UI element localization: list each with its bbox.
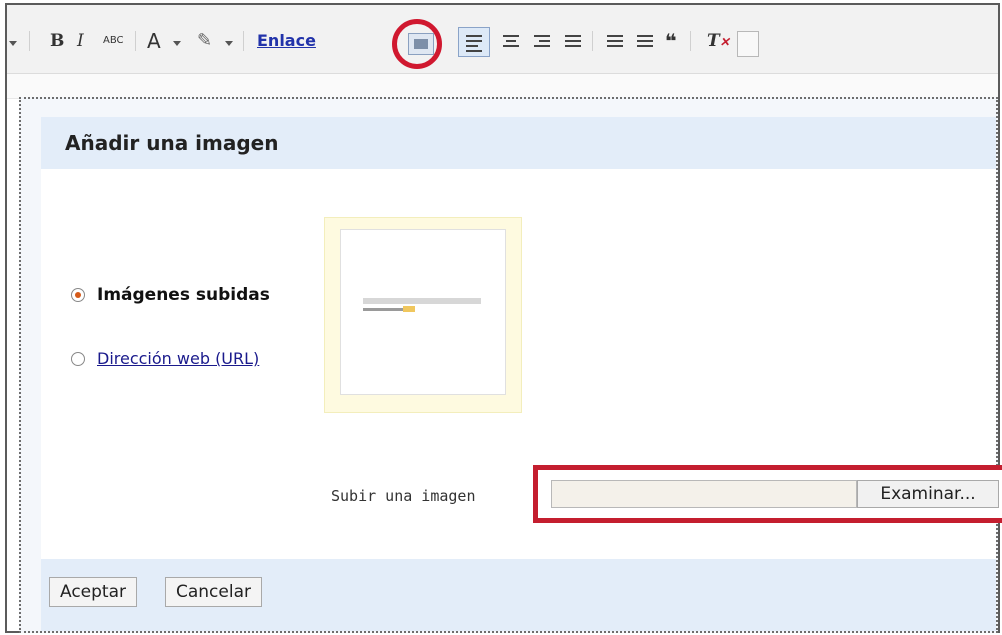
highlight-pen-icon[interactable]: ✎ (197, 27, 212, 55)
editor-area (7, 74, 998, 99)
cancel-button[interactable]: Cancelar (165, 577, 262, 607)
browse-button[interactable]: Examinar... (857, 480, 999, 508)
dialog-body: Añadir una imagen Imágenes subidas Direc… (41, 117, 1002, 631)
align-right-button[interactable] (534, 35, 550, 50)
toolbar-divider (592, 31, 593, 51)
thumbnail-highlight (403, 306, 415, 312)
editor-window: B I ABC A ✎ Enlace ❝ T✕ Añadir una image… (5, 3, 1002, 633)
chevron-down-icon[interactable] (9, 41, 17, 46)
add-image-dialog: Añadir una imagen Imágenes subidas Direc… (19, 97, 1002, 633)
web-url-link[interactable]: Dirección web (URL) (97, 349, 259, 368)
file-path-field[interactable] (551, 480, 857, 508)
font-color-button[interactable]: A (147, 27, 161, 55)
clear-format-button[interactable]: T✕ (707, 27, 730, 55)
toolbar-divider (135, 31, 136, 51)
bold-button[interactable]: B (50, 27, 64, 55)
radio-uploaded-images[interactable] (71, 288, 85, 302)
thumbnail-text (363, 308, 403, 311)
blockquote-button[interactable]: ❝ (665, 27, 677, 55)
spellcheck-button[interactable]: ABC (103, 27, 124, 55)
image-preview-frame[interactable] (324, 217, 522, 413)
toolbar-divider (690, 31, 691, 51)
accept-button[interactable]: Aceptar (49, 577, 137, 607)
thumbnail-toolbar (363, 298, 481, 304)
image-preview-card (340, 229, 506, 395)
chevron-down-icon[interactable] (173, 41, 181, 46)
preview-thumbnail (363, 298, 481, 322)
toolbar-divider (29, 31, 30, 51)
dialog-header: Añadir una imagen (41, 117, 996, 169)
bullet-list-button[interactable] (637, 35, 653, 50)
align-center-button[interactable] (503, 35, 519, 50)
uploaded-images-label[interactable]: Imágenes subidas (97, 285, 270, 305)
numbered-list-button[interactable] (607, 35, 623, 50)
dialog-title: Añadir una imagen (65, 131, 279, 155)
italic-button[interactable]: I (77, 27, 84, 55)
format-toolbar: B I ABC A ✎ Enlace ❝ T✕ (7, 5, 998, 74)
align-left-button[interactable] (458, 27, 490, 57)
highlight-circle (392, 19, 442, 69)
chevron-down-icon[interactable] (225, 41, 233, 46)
upload-image-label: Subir una imagen (331, 487, 476, 505)
link-button[interactable]: Enlace (257, 27, 316, 55)
justify-button[interactable] (565, 35, 581, 50)
toolbar-divider (243, 31, 244, 51)
jump-break-button[interactable] (737, 31, 759, 57)
align-left-icon (466, 35, 482, 55)
radio-web-url[interactable] (71, 352, 85, 366)
dialog-footer: Aceptar Cancelar (41, 559, 996, 631)
upload-highlight-box: Examinar... (533, 465, 1002, 523)
